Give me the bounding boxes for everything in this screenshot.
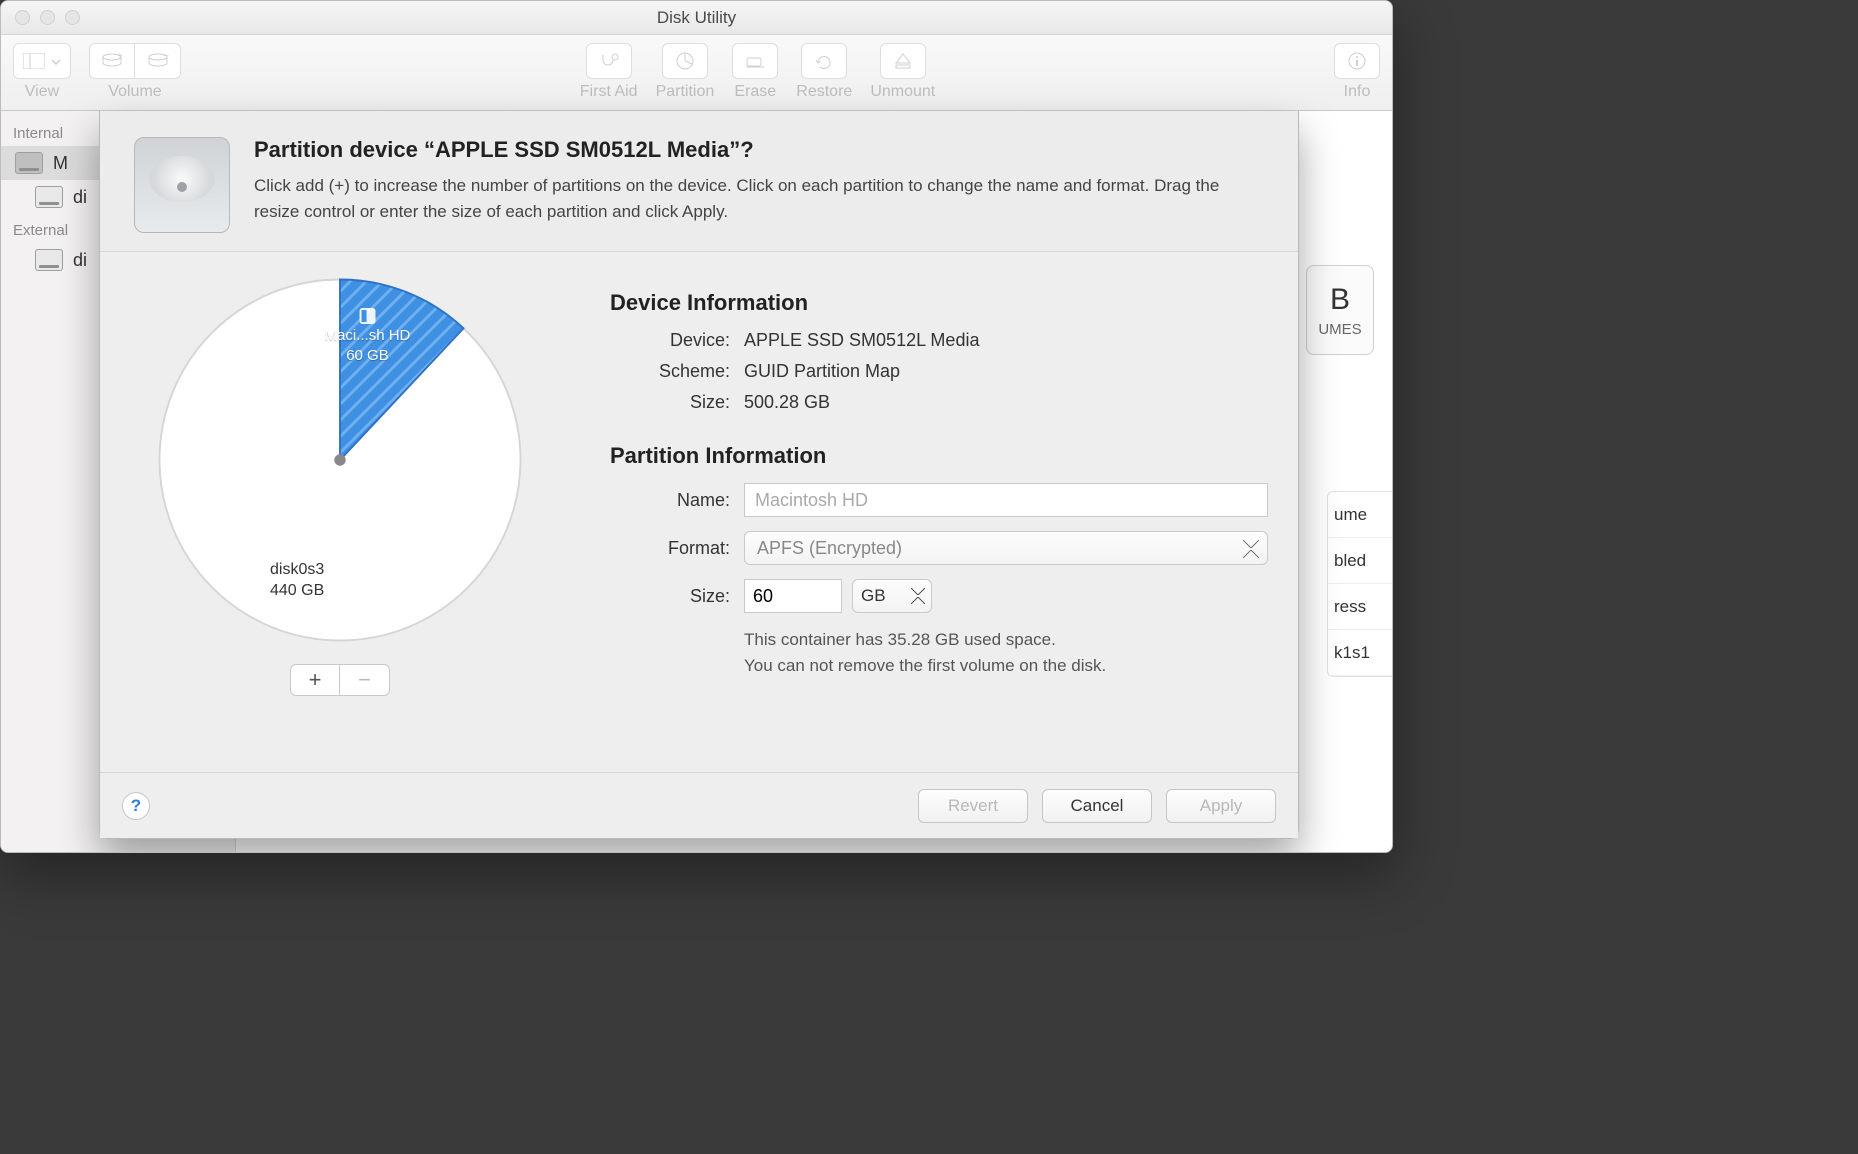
titlebar: Disk Utility: [1, 1, 1392, 35]
sheet-header: Partition device “APPLE SSD SM0512L Medi…: [100, 111, 1298, 252]
disk-icon: [35, 186, 63, 208]
sidebar-item-label: di: [73, 250, 87, 271]
format-label: Format:: [610, 538, 730, 559]
svg-text:−: −: [163, 52, 169, 62]
toolbar-view-label: View: [25, 83, 59, 101]
cancel-button[interactable]: Cancel: [1042, 789, 1152, 823]
window-title: Disk Utility: [1, 8, 1392, 28]
toolbar-volume-label: Volume: [108, 83, 161, 101]
partition-button[interactable]: [662, 43, 708, 79]
erase-icon: [744, 53, 766, 69]
erase-button[interactable]: [732, 43, 778, 79]
help-button[interactable]: ?: [122, 792, 150, 820]
sheet-title: Partition device “APPLE SSD SM0512L Medi…: [254, 137, 1254, 163]
partition-size-input[interactable]: [744, 579, 842, 613]
sidebar-item-label: M: [53, 153, 68, 174]
first-aid-button[interactable]: [586, 43, 632, 79]
plus-icon: +: [309, 667, 322, 693]
remove-partition-button[interactable]: −: [340, 664, 390, 696]
volume-remove-icon: −: [147, 52, 169, 70]
info-icon: [1347, 51, 1367, 71]
unmount-label: Unmount: [870, 83, 935, 101]
bg-row: k1s1: [1328, 630, 1392, 676]
minus-icon: −: [358, 667, 371, 693]
toolbar-volume-group: + − Volume: [89, 43, 181, 101]
bg-tile-letter: B: [1330, 283, 1350, 317]
help-icon: ?: [131, 796, 141, 816]
bg-row: ress: [1328, 584, 1392, 630]
finder-icon: [359, 308, 375, 324]
chevron-down-icon: [51, 51, 61, 71]
partition-info-heading: Partition Information: [610, 443, 1268, 469]
erase-label: Erase: [734, 83, 776, 101]
name-label: Name:: [610, 490, 730, 511]
sheet-description: Click add (+) to increase the number of …: [254, 173, 1254, 224]
revert-button[interactable]: Revert: [918, 789, 1028, 823]
scheme-value: GUID Partition Map: [744, 361, 900, 382]
bg-tile: B UMES: [1306, 265, 1374, 355]
svg-text:+: +: [117, 52, 123, 62]
size-unit-select[interactable]: GB: [852, 579, 932, 613]
bg-tile-caption: UMES: [1318, 321, 1361, 338]
format-select[interactable]: APFS (Encrypted): [744, 531, 1268, 565]
restore-label: Restore: [796, 83, 852, 101]
partition-pie-chart[interactable]: Maci...sh HD 60 GB disk0s3 440 GB: [150, 270, 530, 650]
restore-button[interactable]: [801, 43, 847, 79]
remove-restriction-note: You can not remove the first volume on t…: [744, 653, 1268, 679]
pie-slice-label: Maci...sh HD 60 GB: [325, 308, 411, 365]
pie-icon: [675, 51, 695, 71]
pie-rest-label: disk0s3 440 GB: [270, 560, 324, 602]
volume-add-button[interactable]: +: [89, 43, 135, 79]
disk-utility-window: Disk Utility View + −: [0, 0, 1393, 853]
unmount-button[interactable]: [880, 43, 926, 79]
volume-remove-button[interactable]: −: [135, 43, 181, 79]
size-label: Size:: [610, 392, 730, 413]
hard-drive-icon: [134, 137, 230, 233]
sidebar-icon: [23, 53, 45, 69]
eject-icon: [894, 52, 912, 70]
bg-row: ume: [1328, 492, 1392, 538]
size-value: 500.28 GB: [744, 392, 830, 413]
volume-add-icon: +: [101, 52, 123, 70]
device-info-heading: Device Information: [610, 290, 1268, 316]
toolbar-view-group: View: [13, 43, 71, 101]
sheet-footer: ? Revert Cancel Apply: [100, 772, 1298, 838]
disk-icon: [35, 249, 63, 271]
first-aid-label: First Aid: [580, 83, 638, 101]
partition-label: Partition: [656, 83, 715, 101]
used-space-note: This container has 35.28 GB used space.: [744, 627, 1268, 653]
bg-row: bled: [1328, 538, 1392, 584]
scheme-label: Scheme:: [610, 361, 730, 382]
sidebar-item-label: di: [73, 187, 87, 208]
info-label: Info: [1344, 83, 1371, 101]
stethoscope-icon: [598, 52, 620, 70]
device-value: APPLE SSD SM0512L Media: [744, 330, 979, 351]
toolbar: View + − Volume First Aid Partition Eras…: [1, 35, 1392, 111]
info-button[interactable]: [1334, 43, 1380, 79]
add-partition-button[interactable]: +: [290, 664, 340, 696]
apply-button[interactable]: Apply: [1166, 789, 1276, 823]
partition-size-label: Size:: [610, 586, 730, 607]
view-button[interactable]: [13, 43, 71, 79]
disk-icon: [15, 152, 43, 174]
device-label: Device:: [610, 330, 730, 351]
partition-name-input[interactable]: [744, 483, 1268, 517]
partition-sheet: Partition device “APPLE SSD SM0512L Medi…: [99, 111, 1299, 839]
restore-icon: [814, 52, 834, 70]
